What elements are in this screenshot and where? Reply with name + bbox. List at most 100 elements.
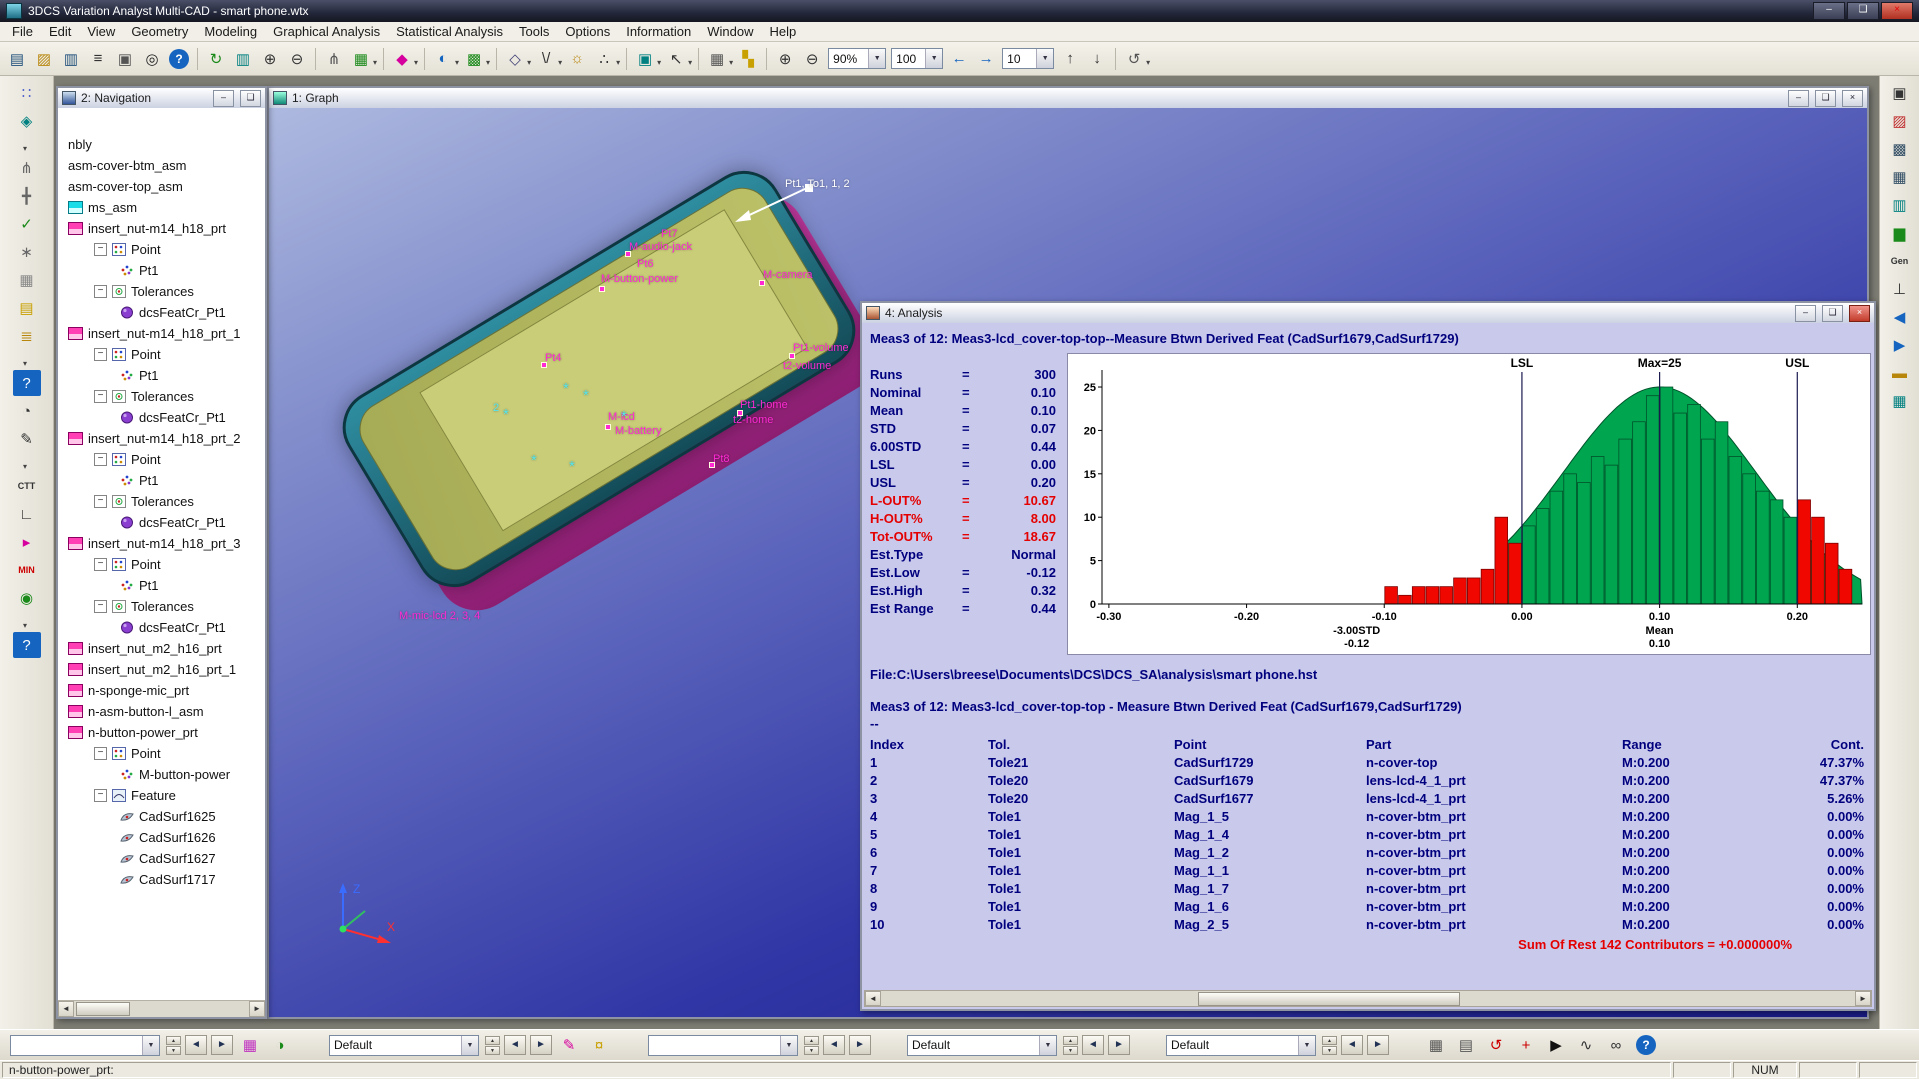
chevron-down-icon[interactable]: ▼	[868, 49, 885, 68]
navigation-titlebar[interactable]: 2: Navigation – ❑	[58, 88, 265, 109]
print-preview-icon[interactable]: ▣	[1886, 80, 1914, 106]
build-model-icon[interactable]: ⋔	[321, 46, 347, 72]
menu-window[interactable]: Window	[699, 22, 761, 41]
save-icon[interactable]: ▥	[58, 46, 84, 72]
min-max-icon[interactable]: MIN	[13, 557, 41, 583]
menu-geometry[interactable]: Geometry	[123, 22, 196, 41]
tree-item-point[interactable]: −Point	[58, 743, 265, 764]
table-row[interactable]: 10Tole1Mag_2_5n-cover-btm_prtM:0.2000.00…	[870, 915, 1870, 933]
scroll-left-icon[interactable]: ◄	[865, 991, 881, 1006]
chevron-down-icon[interactable]: ▾	[23, 136, 27, 153]
column-header-point[interactable]: Point	[1174, 737, 1366, 752]
tree-item-insert-nut-m14-h18-prt-3[interactable]: insert_nut-m14_h18_prt_3	[58, 533, 265, 554]
histogram-icon[interactable]: ▆	[1886, 220, 1914, 246]
open-book-icon[interactable]: ▤	[13, 295, 41, 321]
palette-icon[interactable]: ▨	[1886, 108, 1914, 134]
deviation-icon[interactable]: ◆	[389, 46, 415, 72]
chevron-down-icon[interactable]: ▾	[455, 50, 459, 67]
chevron-down-icon[interactable]: ▼	[780, 1036, 797, 1055]
scale-combo[interactable]: 100▼	[891, 48, 943, 69]
tree-item-tolerances[interactable]: −Tolerances	[58, 491, 265, 512]
chevron-down-icon[interactable]: ▼	[1036, 49, 1053, 68]
column-header-tol-[interactable]: Tol.	[988, 737, 1174, 752]
menu-information[interactable]: Information	[618, 22, 699, 41]
graph-restore-button[interactable]: ❑	[1815, 90, 1836, 107]
scroll-left-icon[interactable]: ◄	[58, 1001, 74, 1017]
copy-icon[interactable]: ▣	[112, 46, 138, 72]
chevron-down-icon[interactable]: ▾	[657, 50, 661, 67]
chevron-down-icon[interactable]: ▾	[414, 50, 418, 67]
grid-icon[interactable]: ▦	[13, 267, 41, 293]
link-icon[interactable]: ∿	[1573, 1032, 1599, 1058]
highlight-icon[interactable]: ☼	[564, 46, 590, 72]
menu-options[interactable]: Options	[557, 22, 618, 41]
tree-item-asm-cover-top-asm[interactable]: asm-cover-top_asm	[58, 176, 265, 197]
tree-item-dcsfeatcr-pt1[interactable]: dcsFeatCr_Pt1	[58, 302, 265, 323]
tree-item-point[interactable]: −Point	[58, 449, 265, 470]
chevron-down-icon[interactable]: ▼	[1298, 1036, 1315, 1055]
tolerance-set-combo[interactable]: Default▼	[329, 1035, 479, 1056]
expander-minus-icon[interactable]: −	[94, 495, 107, 508]
scroll-right-icon[interactable]: ►	[1855, 991, 1871, 1006]
table-row[interactable]: 6Tole1Mag_1_2n-cover-btm_prtM:0.2000.00%	[870, 843, 1870, 861]
tree-item-tolerances[interactable]: −Tolerances	[58, 281, 265, 302]
expander-minus-icon[interactable]: −	[94, 747, 107, 760]
contrast-icon[interactable]: ◑	[267, 1032, 293, 1058]
chevron-down-icon[interactable]: ▾	[23, 613, 27, 630]
menu-edit[interactable]: Edit	[41, 22, 79, 41]
back-arrow-icon[interactable]: ←	[946, 46, 972, 72]
chevron-down-icon[interactable]: ▼	[142, 1036, 159, 1055]
tools-icon[interactable]: ╋	[13, 183, 41, 209]
chevron-down-icon[interactable]: ▾	[527, 50, 531, 67]
open-folder-icon[interactable]: ▨	[31, 46, 57, 72]
wireframe-icon[interactable]: \/	[533, 46, 559, 72]
config-set-combo-spinner[interactable]: ▲▼	[1322, 1036, 1337, 1055]
zoom-window-out-icon[interactable]: ⊖	[284, 46, 310, 72]
glasses-icon[interactable]: ∞	[1603, 1032, 1629, 1058]
menu-modeling[interactable]: Modeling	[196, 22, 265, 41]
tree-item-insert-nut-m14-h18-prt[interactable]: insert_nut-m14_h18_prt	[58, 218, 265, 239]
chevron-down-icon[interactable]: ▾	[23, 454, 27, 471]
scroll-thumb[interactable]	[1198, 992, 1460, 1006]
gear-icon[interactable]: ∗	[13, 239, 41, 265]
prev-icon[interactable]: ◄	[185, 1035, 207, 1055]
table-row[interactable]: 8Tole1Mag_1_7n-cover-btm_prtM:0.2000.00%	[870, 879, 1870, 897]
lamp-icon[interactable]: ¤	[586, 1032, 612, 1058]
add-red-icon[interactable]: +	[1513, 1032, 1539, 1058]
expander-minus-icon[interactable]: −	[94, 453, 107, 466]
move-set-combo-spinner[interactable]: ▲▼	[166, 1036, 181, 1055]
add-view-icon[interactable]: ▣	[632, 46, 658, 72]
tree-item-tolerances[interactable]: −Tolerances	[58, 386, 265, 407]
tree-item-ms-asm[interactable]: ms_asm	[58, 197, 265, 218]
navigation-hscrollbar[interactable]: ◄ ►	[58, 1000, 265, 1017]
tree-item-cadsurf1717[interactable]: CadSurf1717	[58, 869, 265, 890]
chevron-down-icon[interactable]: ▾	[729, 50, 733, 67]
tree-item-n-sponge-mic-prt[interactable]: n-sponge-mic_prt	[58, 680, 265, 701]
ctt-icon[interactable]: CTT	[13, 473, 41, 499]
refresh-icon[interactable]: ↻	[203, 46, 229, 72]
expander-minus-icon[interactable]: −	[94, 285, 107, 298]
column-header-range[interactable]: Range	[1622, 737, 1798, 752]
analysis-titlebar[interactable]: 4: Analysis – ❑ ×	[862, 303, 1874, 324]
table-row[interactable]: 3Tole20CadSurf1677lens-lcd-4_1_prtM:0.20…	[870, 789, 1870, 807]
next-icon[interactable]: ►	[530, 1035, 552, 1055]
annotation-icon[interactable]: ▤	[1453, 1032, 1479, 1058]
next-icon[interactable]: ►	[211, 1035, 233, 1055]
select-points-icon[interactable]: ∷	[13, 80, 41, 106]
new-document-icon[interactable]: ▤	[4, 46, 30, 72]
column-header-index[interactable]: Index	[870, 737, 988, 752]
up-arrow-icon[interactable]: ↑	[1057, 46, 1083, 72]
next-icon[interactable]: ►	[849, 1035, 871, 1055]
menu-help[interactable]: Help	[762, 22, 805, 41]
expander-minus-icon[interactable]: −	[94, 558, 107, 571]
ruler-icon[interactable]: ▬	[1886, 360, 1914, 386]
library-icon[interactable]: ≣	[13, 323, 41, 349]
chevron-down-icon[interactable]: ▼	[1039, 1036, 1056, 1055]
display-mode-icon[interactable]: ◇	[502, 46, 528, 72]
forward-arrow-icon[interactable]: →	[973, 46, 999, 72]
tree-item-cadsurf1626[interactable]: CadSurf1626	[58, 827, 265, 848]
tree-item-n-asm-button-l-asm[interactable]: n-asm-button-l_asm	[58, 701, 265, 722]
shading-icon[interactable]: ▦	[704, 46, 730, 72]
tree-item-cadsurf1627[interactable]: CadSurf1627	[58, 848, 265, 869]
tree-item-insert-nut-m14-h18-prt-1[interactable]: insert_nut-m14_h18_prt_1	[58, 323, 265, 344]
